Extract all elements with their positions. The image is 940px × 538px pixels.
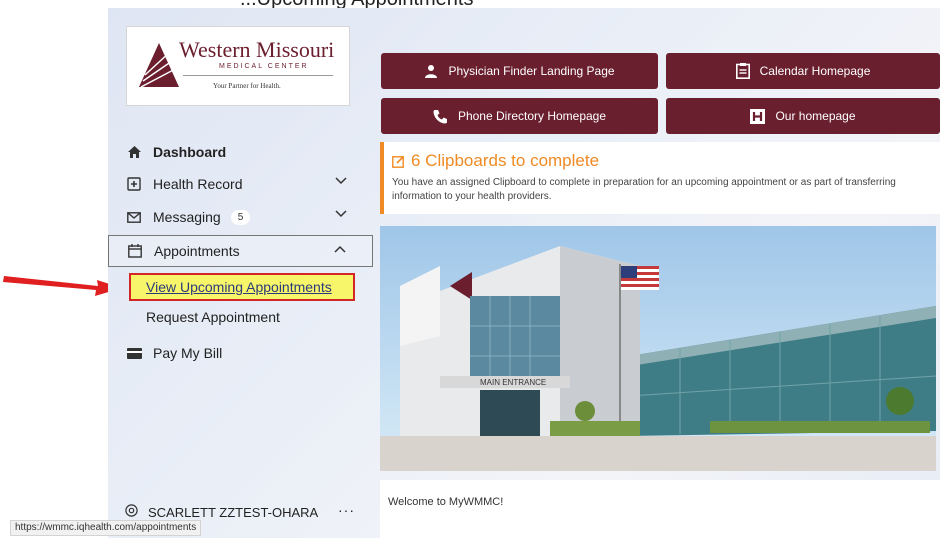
sidebar-item-label: Health Record [153,176,243,192]
calendar-icon [126,244,144,258]
welcome-text: Welcome to MyWMMC! [388,496,504,508]
quick-link-label: Phone Directory Homepage [457,109,607,123]
user-name: SCARLETT ZZTEST-OHARA [148,504,319,520]
sidebar-item-messaging[interactable]: Messaging 5 [108,201,373,233]
sidebar-item-appointments[interactable]: Appointments [108,235,373,267]
chevron-up-icon [334,245,346,253]
chevron-down-icon [335,210,347,218]
sidebar-item-label: Dashboard [153,144,227,160]
clipboard-notice[interactable]: 6 Clipboards to complete You have an ass… [380,142,940,214]
logo-divider [183,75,333,76]
more-options-button[interactable]: ··· [338,502,355,518]
hospital-building-image: MAIN ENTRANCE [380,226,936,471]
edit-icon [392,155,405,168]
logo-subname: MEDICAL CENTER [219,63,309,70]
request-appointment-link[interactable]: Request Appointment [146,309,280,325]
logo-tagline: Your Partner for Health. [213,82,281,90]
credit-card-icon [125,347,143,359]
at-sign-icon [125,504,138,520]
top-caption: ...Upcoming Appointments [240,0,540,8]
notice-title-text: 6 Clipboards to complete [411,151,600,170]
our-homepage-button[interactable]: Our homepage [666,98,940,134]
sidebar-item-pay-my-bill[interactable]: Pay My Bill [108,337,373,369]
unread-count-badge: 5 [230,209,251,225]
logo-name: Western Missouri [179,37,335,62]
physician-finder-button[interactable]: Physician Finder Landing Page [381,53,658,89]
envelope-icon [125,211,143,223]
quick-link-label: Physician Finder Landing Page [448,64,615,78]
chevron-down-icon [335,177,347,185]
main-entrance-sign: MAIN ENTRANCE [480,378,546,387]
sidebar-item-label: Pay My Bill [153,345,223,361]
quick-link-label: Our homepage [775,109,856,123]
sidebar-item-dashboard[interactable]: Dashboard [108,136,373,168]
phone-directory-button[interactable]: Phone Directory Homepage [381,98,658,134]
logo[interactable]: Western Missouri MEDICAL CENTER Your Par… [126,26,350,106]
status-bar-url: https://wmmc.iqhealth.com/appointments [10,520,202,536]
home-icon [125,146,143,158]
quick-link-label: Calendar Homepage [759,64,871,78]
user-account[interactable]: SCARLETT ZZTEST-OHARA [108,502,373,522]
sidebar-item-label: Messaging [153,209,221,225]
sidebar-item-health-record[interactable]: Health Record [108,168,373,200]
view-upcoming-appointments-link[interactable]: View Upcoming Appointments [129,273,355,301]
building-illustration: MAIN ENTRANCE [380,226,936,471]
logo-mark-icon [139,43,180,88]
doctor-icon [424,64,438,78]
app-window: Western Missouri MEDICAL CENTER Your Par… [108,8,940,538]
welcome-card: Welcome to MyWMMC! [380,480,940,538]
hospital-h-icon [750,108,766,124]
phone-icon [433,109,448,124]
calendar-homepage-button[interactable]: Calendar Homepage [666,53,940,89]
medical-record-icon [125,177,143,191]
clipboard-list-icon [735,63,750,79]
sidebar-item-label: Appointments [154,243,240,259]
notice-text: You have an assigned Clipboard to comple… [392,177,896,202]
notice-title: 6 Clipboards to complete [392,151,599,171]
